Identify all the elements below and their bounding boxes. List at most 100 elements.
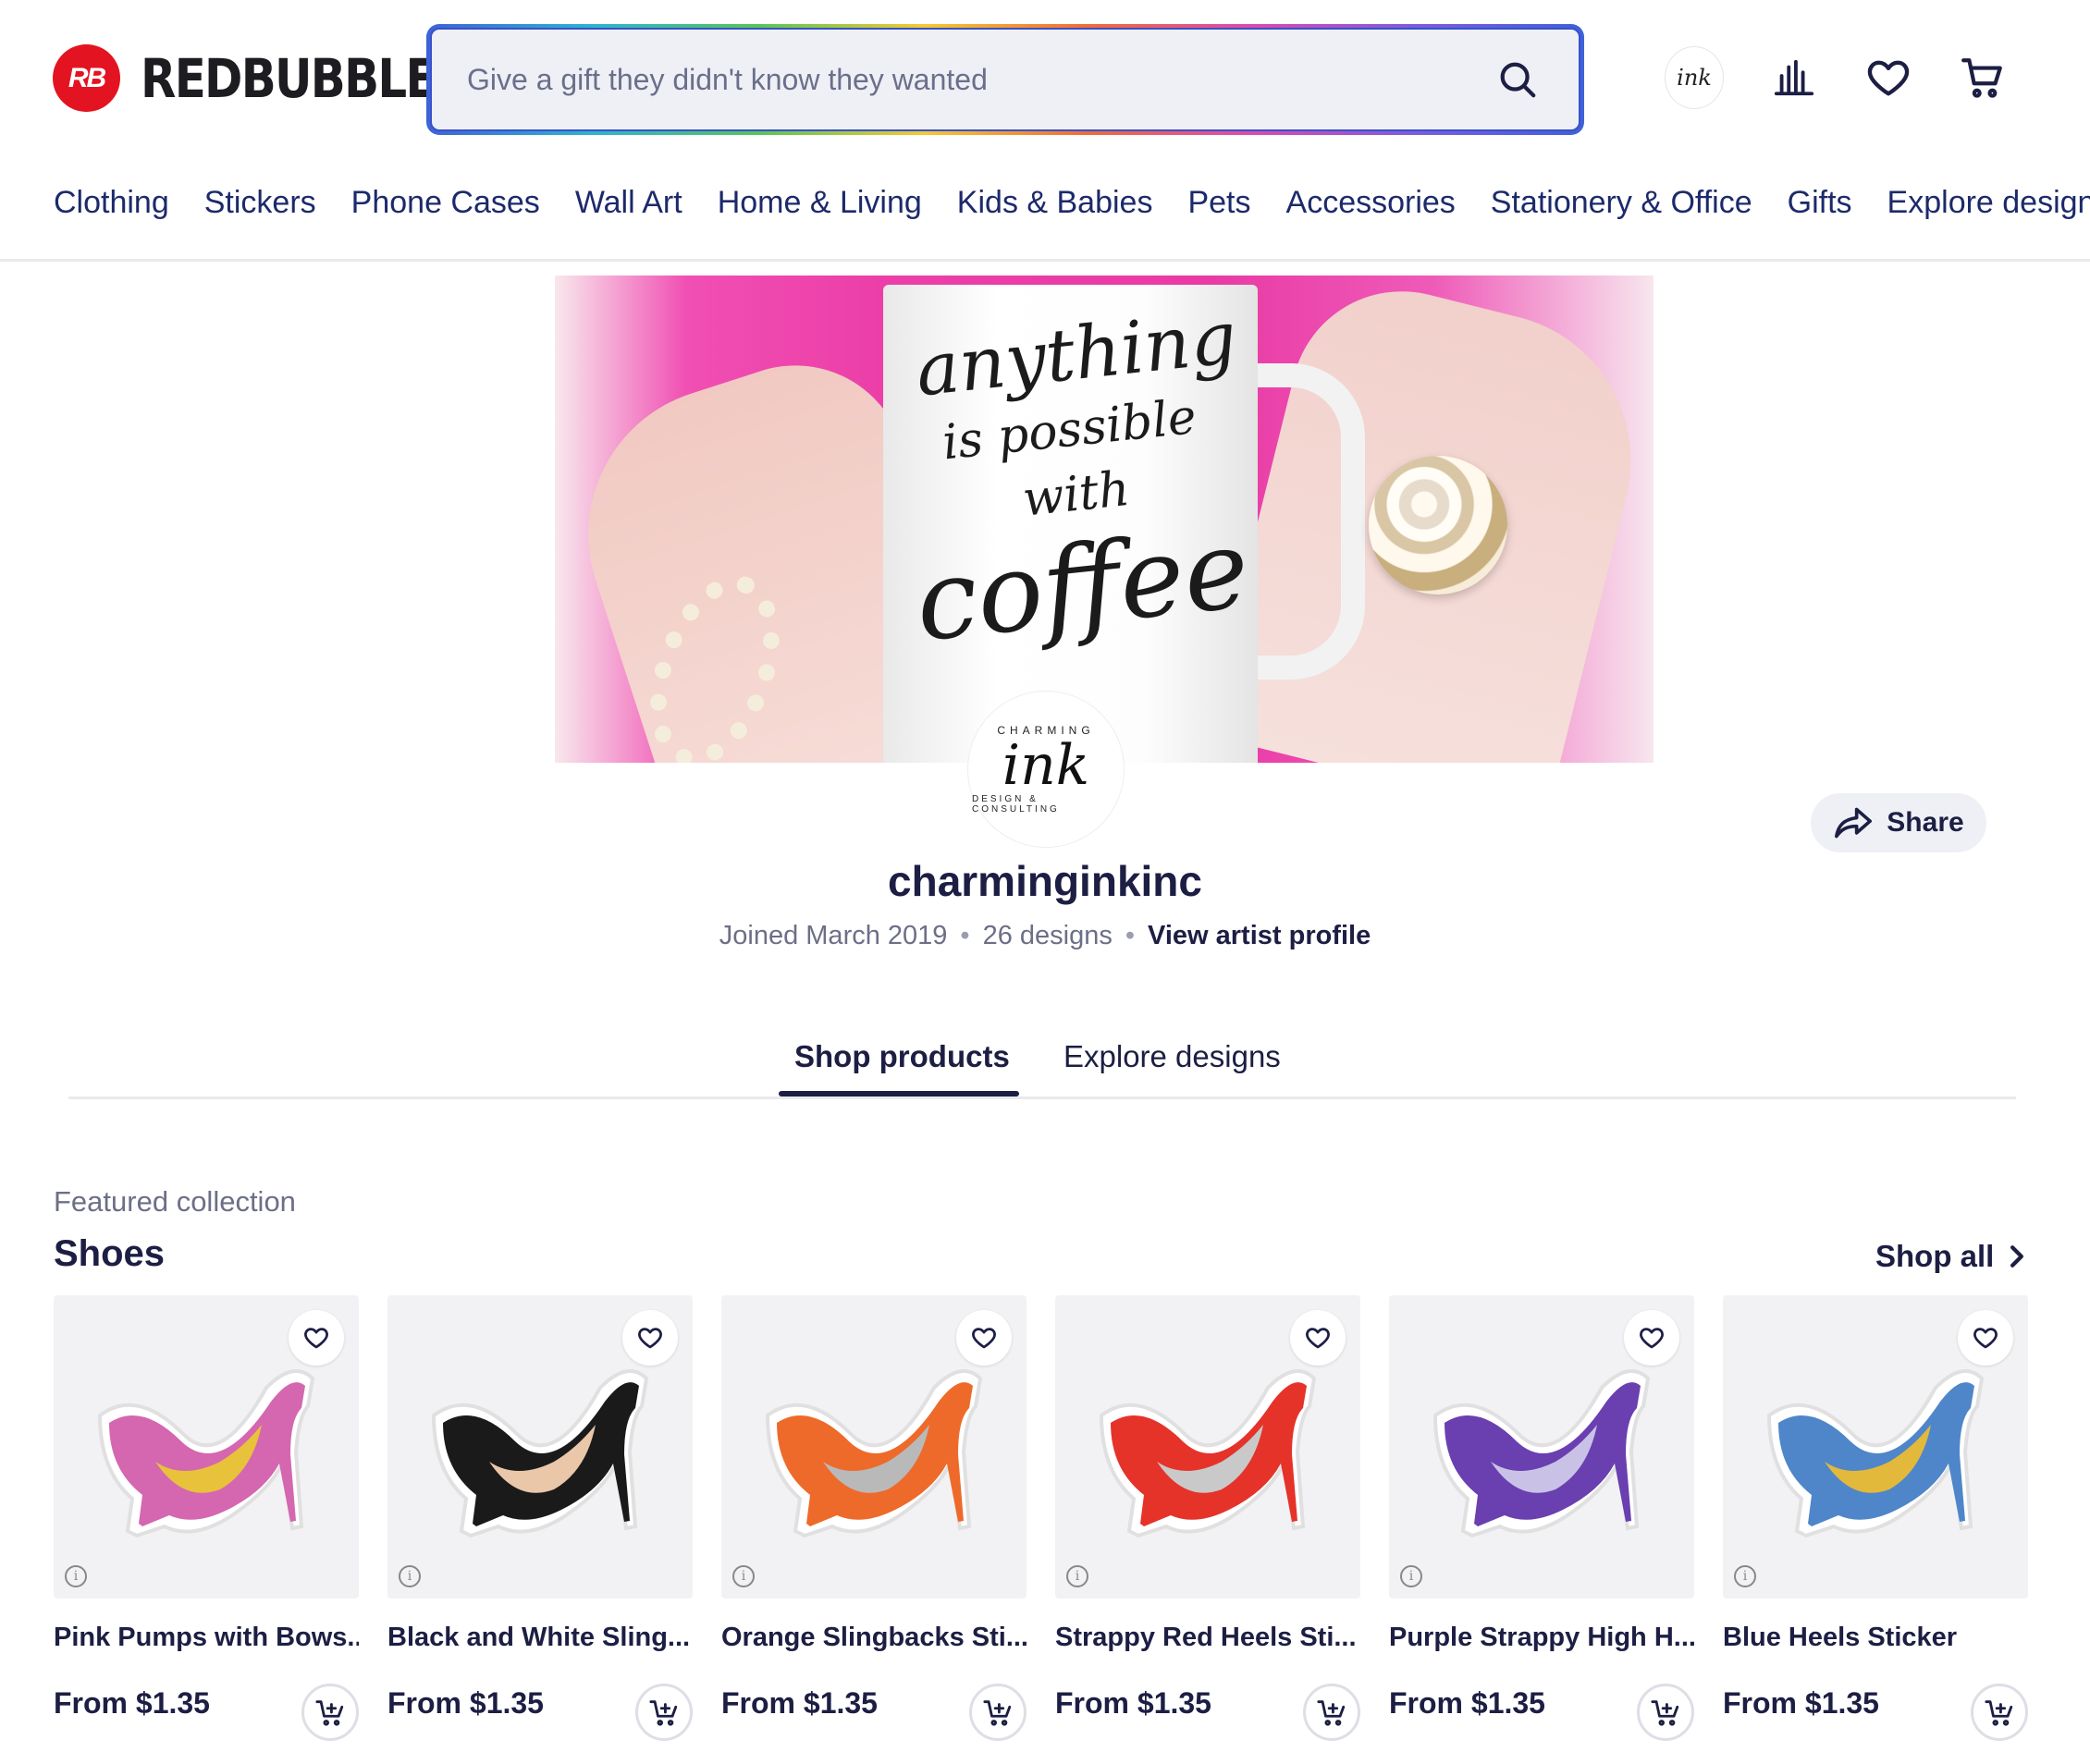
search-box bbox=[430, 28, 1580, 131]
product-image[interactable]: i bbox=[54, 1295, 359, 1599]
share-button[interactable]: Share bbox=[1811, 793, 1986, 852]
product-title[interactable]: Blue Heels Sticker bbox=[1723, 1623, 2028, 1653]
add-to-cart-icon bbox=[1985, 1700, 2013, 1726]
product-image[interactable]: i bbox=[1723, 1295, 2028, 1599]
add-to-cart-icon bbox=[649, 1700, 678, 1726]
artist-meta: Joined March 2019 • 26 designs • View artist… bbox=[0, 921, 2090, 951]
add-to-cart-icon bbox=[983, 1700, 1012, 1726]
heart-icon bbox=[304, 1328, 328, 1349]
product-card[interactable]: i Strappy Red Heels Sti... From $1.35 bbox=[1055, 1295, 1360, 1741]
avatar-bottom-text: DESIGN & CONSULTING bbox=[972, 794, 1060, 815]
site-header: RB REDBUBBLE ink Clothing Stickers Phone… bbox=[0, 0, 2090, 262]
info-icon[interactable]: i bbox=[1066, 1565, 1088, 1587]
shop-all-label: Shop all bbox=[1875, 1239, 1995, 1273]
product-card[interactable]: i Pink Pumps with Bows... From $1.35 bbox=[54, 1295, 359, 1741]
add-to-cart-button[interactable] bbox=[1303, 1684, 1360, 1741]
artist-avatar: CHARMING ink DESIGN & CONSULTING bbox=[968, 692, 1124, 847]
nav-pets[interactable]: Pets bbox=[1187, 185, 1250, 221]
product-title[interactable]: Purple Strappy High H... bbox=[1389, 1623, 1694, 1653]
favorite-button[interactable] bbox=[956, 1310, 1012, 1366]
shoe-sticker-image bbox=[1099, 1369, 1317, 1538]
info-icon[interactable]: i bbox=[1734, 1565, 1756, 1587]
view-artist-profile-link[interactable]: View artist profile bbox=[1148, 921, 1371, 950]
artist-name: charminginkinc bbox=[888, 857, 1202, 905]
product-card[interactable]: i Blue Heels Sticker From $1.35 bbox=[1723, 1295, 2028, 1741]
heart-icon bbox=[1640, 1328, 1664, 1349]
mug-handle bbox=[1239, 363, 1365, 680]
info-icon[interactable]: i bbox=[732, 1565, 755, 1587]
chevron-right-icon bbox=[2010, 1245, 2024, 1268]
nav-home-living[interactable]: Home & Living bbox=[718, 185, 922, 221]
add-to-cart-button[interactable] bbox=[301, 1684, 359, 1741]
pearl-ring bbox=[1369, 456, 1507, 594]
product-image[interactable]: i bbox=[387, 1295, 693, 1599]
cart-icon bbox=[1961, 58, 2002, 98]
nav-explore-designs[interactable]: Explore designs bbox=[1887, 185, 2090, 221]
product-image[interactable]: i bbox=[721, 1295, 1027, 1599]
product-title[interactable]: Strappy Red Heels Sti... bbox=[1055, 1623, 1360, 1653]
mug-lettering: anything is possible with coffee bbox=[910, 297, 1255, 667]
search-bar bbox=[426, 24, 1584, 135]
product-title[interactable]: Black and White Sling... bbox=[387, 1623, 693, 1653]
shop-tabs: Shop products Explore designs bbox=[68, 1034, 2016, 1099]
shoe-sticker-image bbox=[1766, 1369, 1985, 1538]
logo-wordmark: REDBUBBLE bbox=[141, 46, 437, 110]
nav-stickers[interactable]: Stickers bbox=[204, 185, 316, 221]
nav-wall-art[interactable]: Wall Art bbox=[575, 185, 682, 221]
redbubble-logo[interactable]: RB REDBUBBLE bbox=[53, 44, 484, 112]
tab-explore-designs[interactable]: Explore designs bbox=[1063, 1039, 1281, 1074]
product-image[interactable]: i bbox=[1055, 1295, 1360, 1599]
nav-phone-cases[interactable]: Phone Cases bbox=[351, 185, 540, 221]
collection-title: Shoes bbox=[54, 1233, 166, 1274]
favorite-button[interactable] bbox=[622, 1310, 678, 1366]
info-icon[interactable]: i bbox=[65, 1565, 87, 1587]
product-card[interactable]: i Black and White Sling... From $1.35 bbox=[387, 1295, 693, 1741]
nav-clothing[interactable]: Clothing bbox=[54, 185, 169, 221]
mug-line-3: coffee bbox=[909, 504, 1255, 667]
nav-stationery-office[interactable]: Stationery & Office bbox=[1491, 185, 1752, 221]
avatar-main-text: ink bbox=[1002, 733, 1090, 798]
info-icon[interactable]: i bbox=[1400, 1565, 1422, 1587]
account-avatar-button[interactable]: ink bbox=[1665, 46, 1724, 109]
shop-banner-image: anything is possible with coffee bbox=[555, 276, 1654, 763]
favorite-button[interactable] bbox=[1290, 1310, 1346, 1366]
heart-icon bbox=[638, 1328, 662, 1349]
active-tab-indicator bbox=[779, 1091, 1019, 1096]
nav-kids-babies[interactable]: Kids & Babies bbox=[957, 185, 1153, 221]
shoe-sticker-image bbox=[431, 1369, 649, 1538]
favorite-button[interactable] bbox=[289, 1310, 344, 1366]
product-card[interactable]: i Orange Slingbacks Sti... From $1.35 bbox=[721, 1295, 1027, 1741]
design-count: 26 designs bbox=[982, 921, 1113, 950]
heart-icon bbox=[972, 1328, 996, 1349]
search-input[interactable] bbox=[465, 61, 1490, 98]
favorite-button[interactable] bbox=[1624, 1310, 1679, 1366]
joined-date: Joined March 2019 bbox=[719, 921, 948, 950]
product-card[interactable]: i Purple Strappy High H... From $1.35 bbox=[1389, 1295, 1694, 1741]
dashboard-button[interactable] bbox=[1764, 48, 1824, 107]
favorites-button[interactable] bbox=[1859, 48, 1918, 107]
nav-accessories[interactable]: Accessories bbox=[1286, 185, 1456, 221]
add-to-cart-button[interactable] bbox=[1637, 1684, 1694, 1741]
search-button[interactable] bbox=[1490, 52, 1545, 107]
shoe-sticker-image bbox=[1432, 1369, 1651, 1538]
info-icon[interactable]: i bbox=[399, 1565, 421, 1587]
tab-shop-products[interactable]: Shop products bbox=[794, 1039, 1010, 1074]
collection-subtitle: Featured collection bbox=[54, 1185, 296, 1218]
add-to-cart-button[interactable] bbox=[969, 1684, 1027, 1741]
product-title[interactable]: Pink Pumps with Bows... bbox=[54, 1623, 359, 1653]
add-to-cart-icon bbox=[1317, 1700, 1346, 1726]
account-avatar: ink bbox=[1665, 46, 1724, 109]
shop-all-link[interactable]: Shop all bbox=[1875, 1239, 2025, 1274]
add-to-cart-button[interactable] bbox=[635, 1684, 693, 1741]
bar-chart-icon bbox=[1774, 59, 1814, 96]
add-to-cart-icon bbox=[1651, 1700, 1679, 1726]
share-label: Share bbox=[1887, 807, 1964, 838]
heart-icon bbox=[1867, 60, 1910, 96]
add-to-cart-button[interactable] bbox=[1971, 1684, 2028, 1741]
product-title[interactable]: Orange Slingbacks Sti... bbox=[721, 1623, 1027, 1653]
favorite-button[interactable] bbox=[1958, 1310, 2013, 1366]
shoe-sticker-image bbox=[765, 1369, 983, 1538]
cart-button[interactable] bbox=[1953, 48, 2012, 107]
product-image[interactable]: i bbox=[1389, 1295, 1694, 1599]
nav-gifts[interactable]: Gifts bbox=[1788, 185, 1852, 221]
